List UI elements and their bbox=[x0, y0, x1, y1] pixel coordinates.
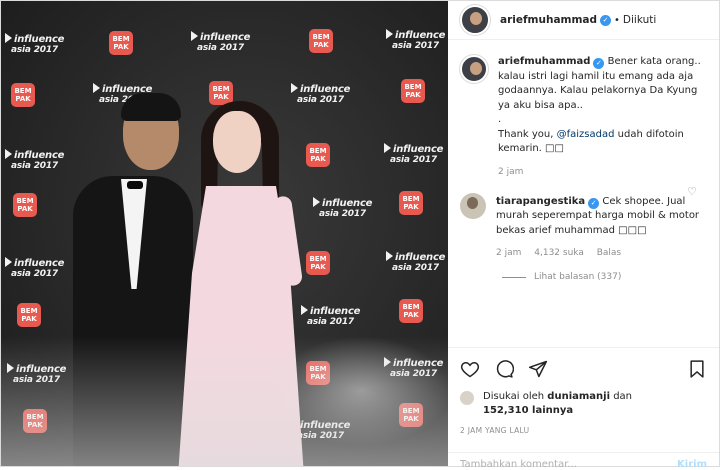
action-bar bbox=[460, 356, 707, 382]
comment-like-heart-icon[interactable]: ♡ bbox=[687, 185, 697, 198]
backdrop-logo: influenceasia 2017 bbox=[191, 31, 250, 53]
caption-username[interactable]: ariefmuhammad bbox=[498, 56, 590, 67]
bookmark-icon[interactable] bbox=[687, 359, 707, 379]
comment-item: tiarapangestika ✓ Cek shopee. Jual murah … bbox=[460, 192, 707, 258]
backdrop-logo: influenceasia 2017 bbox=[5, 33, 64, 55]
comment-text: tiarapangestika ✓ Cek shopee. Jual murah … bbox=[496, 195, 707, 239]
backdrop-logo: influenceasia 2017 bbox=[5, 149, 64, 171]
likes-summary: Disukai oleh duniamanji dan 152,310 lain… bbox=[460, 390, 707, 418]
liker-avatar bbox=[460, 391, 474, 405]
stage-smoke bbox=[271, 336, 448, 446]
liked-by-user[interactable]: duniamanji bbox=[547, 391, 610, 402]
comment-meta: 2 jam 4,132 suka Balas bbox=[496, 248, 707, 258]
post-actions: Disukai oleh duniamanji dan 152,310 lain… bbox=[448, 347, 719, 435]
bempak-logo: BEMPAK bbox=[399, 191, 423, 215]
caption-text: ariefmuhammad ✓ Bener kata orang.. kalau … bbox=[498, 55, 707, 157]
backdrop-logo: influenceasia 2017 bbox=[384, 143, 443, 165]
woman-head bbox=[213, 111, 261, 173]
comment-icon[interactable] bbox=[494, 359, 514, 379]
caption-thanks: Thank you, bbox=[498, 128, 557, 140]
caption-time[interactable]: 2 jam bbox=[498, 167, 523, 177]
view-replies-button[interactable]: Lihat balasan (337) bbox=[502, 272, 707, 282]
backdrop-logo: influenceasia 2017 bbox=[5, 257, 64, 279]
likes-text: Disukai oleh duniamanji dan 152,310 lain… bbox=[483, 390, 632, 418]
comment-username[interactable]: tiarapangestika bbox=[496, 196, 585, 207]
bempak-logo: BEMPAK bbox=[309, 29, 333, 53]
view-replies-label: Lihat balasan (337) bbox=[534, 272, 622, 282]
mention-link[interactable]: @faizsadad bbox=[557, 129, 615, 140]
add-comment-bar: Tambahkan komentar... Kirim bbox=[448, 452, 719, 470]
post-header: ariefmuhammad ✓ • Diikuti bbox=[448, 1, 719, 40]
comment-time[interactable]: 2 jam bbox=[496, 248, 521, 258]
separator-dot: • bbox=[614, 14, 620, 26]
bempak-logo: BEMPAK bbox=[11, 83, 35, 107]
man-hair bbox=[121, 93, 181, 121]
backdrop-logo: influenceasia 2017 bbox=[386, 29, 445, 51]
send-comment-button[interactable]: Kirim bbox=[677, 459, 707, 470]
post-timestamp[interactable]: 2 JAM YANG LALU bbox=[460, 426, 707, 435]
bempak-logo: BEMPAK bbox=[306, 143, 330, 167]
backdrop-logo: influenceasia 2017 bbox=[313, 197, 372, 219]
bempak-logo: BEMPAK bbox=[306, 251, 330, 275]
comment-input[interactable]: Tambahkan komentar... bbox=[460, 459, 577, 470]
comments-section[interactable]: ariefmuhammad ✓ Bener kata orang.. kalau … bbox=[448, 41, 719, 341]
caption-dot: . bbox=[498, 114, 502, 125]
verified-icon: ✓ bbox=[600, 14, 612, 26]
liked-by-count[interactable]: 152,310 lainnya bbox=[483, 405, 573, 416]
heart-icon[interactable] bbox=[460, 359, 480, 379]
bow-tie bbox=[127, 181, 143, 189]
bempak-logo: BEMPAK bbox=[109, 31, 133, 55]
header-username[interactable]: ariefmuhammad bbox=[500, 14, 597, 26]
reply-button[interactable]: Balas bbox=[597, 248, 621, 258]
verified-icon: ✓ bbox=[593, 58, 605, 69]
caption-meta: 2 jam bbox=[498, 167, 707, 177]
comment-likes[interactable]: 4,132 suka bbox=[534, 248, 584, 258]
instagram-post: influence asia 2017 influence asia 2017 in… bbox=[0, 0, 720, 470]
backdrop-logo: influenceasia 2017 bbox=[291, 83, 350, 105]
post-sidebar: ariefmuhammad ✓ • Diikuti ariefmuhammad ✓… bbox=[448, 1, 719, 470]
caption: ariefmuhammad ✓ Bener kata orang.. kalau … bbox=[460, 55, 707, 177]
avatar[interactable] bbox=[460, 55, 488, 83]
share-icon[interactable] bbox=[528, 359, 548, 379]
bempak-logo: BEMPAK bbox=[401, 79, 425, 103]
avatar[interactable] bbox=[460, 5, 490, 35]
post-photo[interactable]: influence asia 2017 influence asia 2017 in… bbox=[1, 1, 448, 466]
liked-by-prefix: Disukai oleh bbox=[483, 391, 548, 402]
bempak-logo: BEMPAK bbox=[399, 299, 423, 323]
follow-status-button[interactable]: Diikuti bbox=[623, 14, 656, 26]
backdrop-logo: influenceasia 2017 bbox=[301, 305, 360, 327]
replies-line bbox=[502, 276, 526, 278]
liked-by-and: dan bbox=[610, 391, 633, 402]
bempak-logo: BEMPAK bbox=[17, 303, 41, 327]
bempak-logo: BEMPAK bbox=[13, 193, 37, 217]
verified-icon: ✓ bbox=[588, 197, 600, 209]
backdrop-logo: influenceasia 2017 bbox=[386, 251, 445, 273]
commenter-avatar[interactable] bbox=[460, 192, 486, 219]
